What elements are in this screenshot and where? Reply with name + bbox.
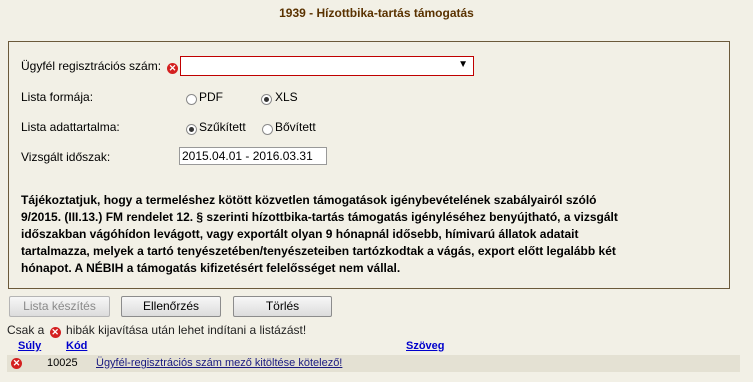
- status-message-prefix: Csak a: [7, 323, 45, 337]
- header-text[interactable]: Szöveg: [406, 340, 445, 352]
- client-reg-select[interactable]: ▼: [180, 56, 474, 76]
- page-title: 1939 - Hízottbika-tartás támogatás: [279, 6, 474, 20]
- radio-content-extended[interactable]: [262, 124, 273, 135]
- radio-format-pdf[interactable]: [186, 94, 197, 105]
- radio-content-reduced[interactable]: [186, 124, 197, 135]
- error-icon: ✕: [11, 358, 22, 369]
- check-button[interactable]: Ellenőrzés: [121, 296, 221, 317]
- period-label: Vizsgált időszak:: [21, 150, 111, 164]
- radio-content-reduced-label: Szűkített: [199, 120, 246, 134]
- delete-button[interactable]: Törlés: [233, 296, 332, 317]
- create-list-button[interactable]: Lista készítés: [9, 296, 110, 317]
- client-reg-label: Ügyfél regisztrációs szám:: [21, 59, 162, 73]
- radio-content-extended-label: Bővített: [275, 120, 316, 134]
- radio-format-xls-label: XLS: [275, 90, 298, 104]
- radio-format-xls[interactable]: [261, 94, 272, 105]
- notice-text: Tájékoztatjuk, hogy a termeléshez kötött…: [21, 193, 618, 275]
- form-panel: Ügyfél regisztrációs szám: ✕ ▼ Lista for…: [8, 41, 730, 289]
- chevron-down-icon: ▼: [458, 59, 468, 70]
- header-code[interactable]: Kód: [66, 340, 87, 352]
- error-icon: ✕: [167, 63, 178, 74]
- row-code: 10025: [47, 357, 78, 369]
- radio-format-pdf-label: PDF: [199, 90, 223, 104]
- list-format-label: Lista formája:: [21, 90, 94, 104]
- table-row: ✕ 10025 Ügyfél-regisztrációs szám mező k…: [7, 355, 740, 372]
- status-message-suffix: hibák kijavítása után lehet indítani a l…: [66, 323, 307, 337]
- row-text-link[interactable]: Ügyfél-regisztrációs szám mező kitöltése…: [96, 357, 342, 369]
- error-icon: ✕: [49, 327, 61, 338]
- period-input[interactable]: 2015.04.01 - 2016.03.31: [179, 147, 327, 165]
- header-severity[interactable]: Súly: [18, 340, 41, 352]
- list-content-label: Lista adattartalma:: [21, 120, 120, 134]
- status-message: Csak a ✕ hibák kijavítása után lehet ind…: [7, 323, 307, 338]
